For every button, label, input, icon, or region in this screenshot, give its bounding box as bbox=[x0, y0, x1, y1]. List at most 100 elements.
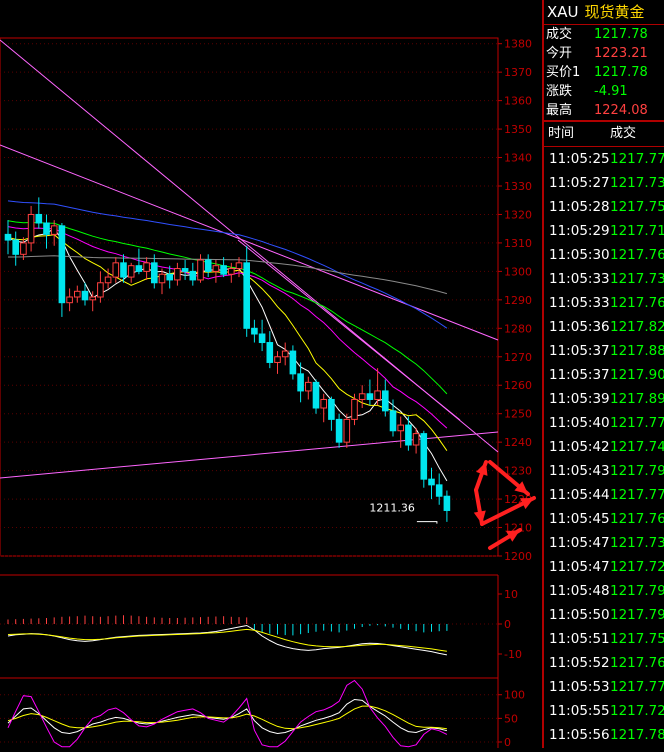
price-tick-label: 1370 bbox=[504, 66, 532, 79]
tick-time: 11:05:40 bbox=[549, 415, 610, 431]
tick-row: 11:05:421217.74 bbox=[544, 435, 664, 459]
arrow-head bbox=[476, 462, 488, 476]
candle-body bbox=[151, 262, 158, 284]
tick-time: 11:05:27 bbox=[549, 175, 610, 191]
tick-time: 11:05:33 bbox=[549, 295, 610, 311]
tick-time: 11:05:30 bbox=[549, 247, 610, 263]
quote-header: XAU 现货黄金 bbox=[544, 0, 664, 25]
tick-price: 1217.73 bbox=[610, 175, 664, 191]
tick-row: 11:05:561217.78 bbox=[544, 723, 664, 747]
tick-time: 11:05:25 bbox=[549, 151, 610, 167]
macd-tick-label: 0 bbox=[504, 618, 511, 631]
candle-body bbox=[420, 433, 428, 480]
tick-time: 11:05:44 bbox=[549, 487, 610, 503]
quote-value: 1217.78 bbox=[594, 27, 648, 42]
candle-body bbox=[158, 273, 166, 284]
tick-time: 11:05:36 bbox=[549, 319, 610, 335]
tick-price: 1217.77 bbox=[610, 151, 664, 167]
quote-label: 成交 bbox=[546, 27, 573, 42]
candle-body bbox=[58, 225, 66, 304]
candle-body bbox=[358, 393, 366, 400]
candle-body bbox=[266, 342, 274, 363]
tick-row: 11:05:471217.72 bbox=[544, 555, 664, 579]
tick-price: 1217.79 bbox=[610, 583, 664, 599]
tick-time: 11:05:47 bbox=[549, 535, 610, 551]
tick-price: 1217.72 bbox=[610, 703, 664, 719]
candle-body bbox=[220, 265, 227, 275]
quote-panel: XAU 现货黄金 成交 1217.78 今开 1223.21 买价1 1217.78 涨跌 -4… bbox=[542, 0, 664, 748]
price-tick-label: 1260 bbox=[504, 379, 532, 392]
candle-body bbox=[104, 276, 112, 284]
candle-body bbox=[281, 350, 289, 358]
tick-row: 11:05:251217.77 bbox=[544, 147, 664, 171]
candle-body bbox=[212, 265, 220, 272]
tick-price: 1217.76 bbox=[610, 247, 664, 263]
candle-body bbox=[320, 398, 327, 409]
macd-panel: 10 0 -10 bbox=[0, 588, 522, 661]
tick-time: 11:05:52 bbox=[549, 655, 610, 671]
ticks-header-time: 时间 bbox=[548, 126, 575, 141]
tick-time: 11:05:55 bbox=[549, 703, 610, 719]
macd-tick-label: 10 bbox=[504, 588, 518, 601]
tick-row: 11:05:401217.77 bbox=[544, 411, 664, 435]
kdj-tick-label: 0 bbox=[504, 736, 511, 748]
quote-value: 1217.78 bbox=[594, 65, 648, 80]
kdj-tick-label: 50 bbox=[504, 712, 518, 725]
candle-body bbox=[120, 262, 127, 278]
ma-line bbox=[8, 255, 448, 295]
price-tick-label: 1340 bbox=[504, 152, 532, 165]
ma-line bbox=[7, 220, 448, 395]
tick-price: 1217.79 bbox=[610, 607, 664, 623]
tick-time: 11:05:42 bbox=[549, 439, 610, 455]
price-tick-label: 1350 bbox=[504, 123, 532, 136]
candle-body bbox=[251, 327, 258, 335]
quote-row: 成交 1217.78 bbox=[544, 25, 664, 44]
candle-body bbox=[43, 222, 50, 235]
tick-time: 11:05:29 bbox=[549, 223, 610, 239]
candle-body bbox=[374, 390, 381, 400]
candle-body bbox=[289, 350, 297, 375]
candle-body bbox=[20, 242, 27, 255]
tick-row: 11:05:361217.82 bbox=[544, 315, 664, 339]
tick-time: 11:05:28 bbox=[549, 199, 610, 215]
candle-body bbox=[35, 213, 43, 224]
tick-price: 1217.76 bbox=[610, 295, 664, 311]
tick-price: 1217.75 bbox=[610, 199, 664, 215]
tick-row: 11:05:501217.79 bbox=[544, 603, 664, 627]
tick-price: 1217.76 bbox=[610, 655, 664, 671]
ticks-list[interactable]: 11:05:251217.77 11:05:271217.73 11:05:2812… bbox=[544, 147, 664, 747]
price-tick-label: 1360 bbox=[504, 95, 532, 108]
chart-area[interactable]: 1380 1370 1360 1350 1340 1330 1320 1310 1300 1290… bbox=[0, 0, 542, 749]
candle-body bbox=[166, 273, 173, 281]
tick-price: 1217.72 bbox=[610, 559, 664, 575]
macd-tick-label: -10 bbox=[504, 648, 522, 661]
kdj-panel: 100 50 0 bbox=[0, 679, 525, 749]
price-tick-label: 1320 bbox=[504, 208, 532, 221]
tick-time: 11:05:53 bbox=[549, 679, 610, 695]
tick-time: 11:05:48 bbox=[549, 583, 610, 599]
tick-row: 11:05:331217.73 bbox=[544, 267, 664, 291]
candle-body bbox=[189, 270, 197, 281]
candle-body bbox=[243, 262, 250, 329]
candle-body bbox=[335, 418, 343, 443]
candle-body bbox=[97, 282, 104, 298]
tick-price: 1217.79 bbox=[610, 463, 664, 479]
symbol-name: 现货黄金 bbox=[584, 3, 645, 21]
candle-body bbox=[297, 373, 304, 392]
quote-value: -4.91 bbox=[594, 84, 628, 99]
tick-row: 11:05:431217.79 bbox=[544, 459, 664, 483]
tick-row: 11:05:551217.72 bbox=[544, 699, 664, 723]
price-tick-label: 1290 bbox=[504, 294, 532, 307]
chart-svg[interactable]: 1380 1370 1360 1350 1340 1330 1320 1310 1300 1290… bbox=[0, 0, 542, 749]
tick-row: 11:05:371217.90 bbox=[544, 363, 664, 387]
tick-row: 11:05:291217.71 bbox=[544, 219, 664, 243]
candle-body bbox=[443, 495, 451, 511]
candle-body bbox=[89, 296, 97, 301]
quote-label: 最高 bbox=[546, 103, 573, 118]
tick-time: 11:05:37 bbox=[549, 367, 610, 383]
candle-body bbox=[181, 268, 189, 272]
macd-line bbox=[7, 624, 447, 656]
tick-price: 1217.88 bbox=[610, 343, 664, 359]
tick-row: 11:05:271217.73 bbox=[544, 171, 664, 195]
tick-row: 11:05:471217.73 bbox=[544, 531, 664, 555]
